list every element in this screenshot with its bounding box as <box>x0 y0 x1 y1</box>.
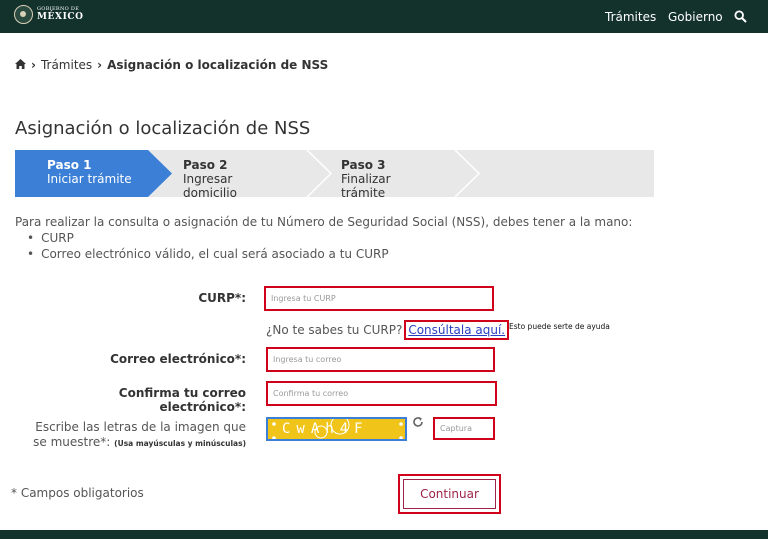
confirm-email-label: Confirma tu correo electrónico*: <box>118 386 246 414</box>
top-navbar: GOBIERNO DE MÉXICO Trámites Gobierno <box>0 0 768 33</box>
captcha-image: CwAh4F <box>266 417 407 441</box>
footer-bar <box>0 530 768 539</box>
help-text: Esto puede serte de ayuda <box>509 322 610 331</box>
curp-input[interactable] <box>264 286 494 311</box>
logo-big-text: MÉXICO <box>37 12 84 22</box>
required-fields-note: * Campos obligatorios <box>11 486 144 500</box>
consult-curp-link[interactable]: Consúltala aquí. <box>408 323 505 337</box>
curp-hint-text: ¿No te sabes tu CURP? <box>266 323 403 337</box>
national-seal-icon <box>14 5 33 24</box>
breadcrumb: › Trámites › Asignación o localización d… <box>15 58 328 72</box>
continue-button[interactable]: Continuar <box>403 479 496 509</box>
curp-label: CURP*: <box>198 291 246 305</box>
intro-paragraph: Para realizar la consulta o asignación d… <box>15 215 633 229</box>
step-3-title: Paso 3 <box>341 158 386 172</box>
curp-hint: ¿No te sabes tu CURP? Consúltala aquí. <box>266 320 510 340</box>
captcha-label: Escribe las letras de la imagen que se m… <box>33 420 246 449</box>
breadcrumb-separator-icon: › <box>31 58 36 72</box>
list-item: CURP <box>27 230 632 246</box>
step-2-title: Paso 2 <box>183 158 228 172</box>
page-title: Asignación o localización de NSS <box>15 118 311 139</box>
breadcrumb-link-tramites[interactable]: Trámites <box>41 58 92 72</box>
refresh-icon[interactable] <box>412 416 424 432</box>
intro-text: Para realizar la consulta o asignación d… <box>15 214 632 262</box>
requirements-list: CURP Correo electrónico válido, el cual … <box>27 230 632 262</box>
email-input[interactable] <box>266 347 495 372</box>
step-1: Paso 1 Iniciar trámite <box>15 150 168 197</box>
list-item: Correo electrónico válido, el cual será … <box>27 246 632 262</box>
step-progress: Paso 1 Iniciar trámite Paso 2 Ingresar d… <box>15 150 654 200</box>
captcha-text: CwAh4F <box>282 421 369 437</box>
captcha-input[interactable] <box>433 417 495 440</box>
captcha-note: (Usa mayúsculas y minúsculas) <box>114 439 246 448</box>
confirm-email-input[interactable] <box>266 381 497 406</box>
step-1-title: Paso 1 <box>47 158 92 172</box>
step-1-subtitle: Iniciar trámite <box>47 172 132 186</box>
nav-link-tramites[interactable]: Trámites <box>605 0 656 33</box>
submit-highlight: Continuar <box>398 474 501 514</box>
home-icon[interactable] <box>15 58 26 72</box>
step-3-subtitle: Finalizar trámite <box>341 172 391 200</box>
breadcrumb-separator-icon: › <box>97 58 103 72</box>
nav-link-gobierno[interactable]: Gobierno <box>668 0 723 33</box>
email-label: Correo electrónico*: <box>110 352 246 366</box>
gobierno-logo[interactable]: GOBIERNO DE MÉXICO <box>14 5 84 24</box>
search-icon[interactable] <box>734 0 747 33</box>
breadcrumb-current: Asignación o localización de NSS <box>107 58 329 72</box>
step-2-subtitle: Ingresar domicilio <box>183 172 237 200</box>
